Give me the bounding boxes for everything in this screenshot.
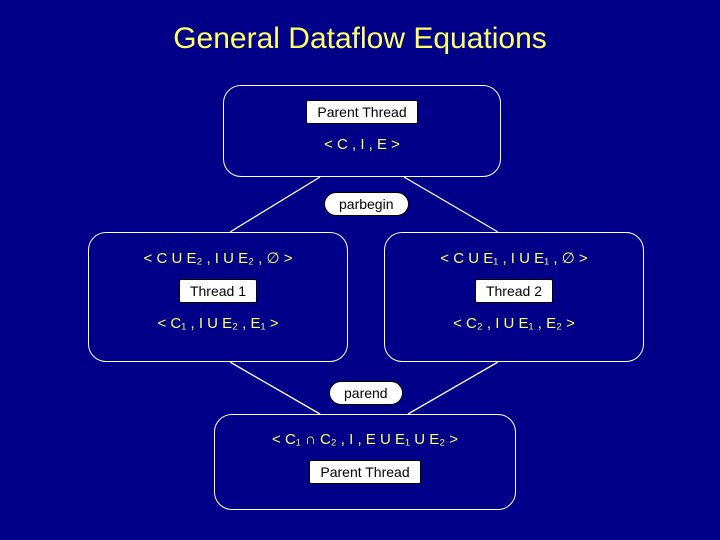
thread-1-node: < C U E₂ , I U E₂ , ∅ > Thread 1 < C₁ , … [88,232,348,362]
thread-2-out-tuple: < C₂ , I U E₁ , E₂ > [453,315,575,332]
thread-2-in-tuple: < C U E₁ , I U E₁ , ∅ > [440,249,587,267]
thread-2-label: Thread 2 [475,279,553,303]
parent-thread-bottom-node: < C₁ ∩ C₂ , I , E U E₁ U E₂ > Parent Thr… [214,414,516,510]
thread-1-label: Thread 1 [179,279,257,303]
parbegin-label: parbegin [324,192,409,216]
parent-thread-bottom-tuple: < C₁ ∩ C₂ , I , E U E₁ U E₂ > [272,431,458,448]
parent-thread-top-node: Parent Thread < C , I , E > [223,85,501,177]
thread-2-node: < C U E₁ , I U E₁ , ∅ > Thread 2 < C₂ , … [384,232,644,362]
parent-thread-top-tuple: < C , I , E > [324,136,400,153]
parent-thread-top-label: Parent Thread [306,100,417,124]
parend-label: parend [329,381,403,405]
page-title: General Dataflow Equations [0,22,720,56]
thread-1-out-tuple: < C₁ , I U E₂ , E₁ > [158,315,279,332]
parent-thread-bottom-label: Parent Thread [309,460,420,484]
thread-1-in-tuple: < C U E₂ , I U E₂ , ∅ > [144,249,293,267]
